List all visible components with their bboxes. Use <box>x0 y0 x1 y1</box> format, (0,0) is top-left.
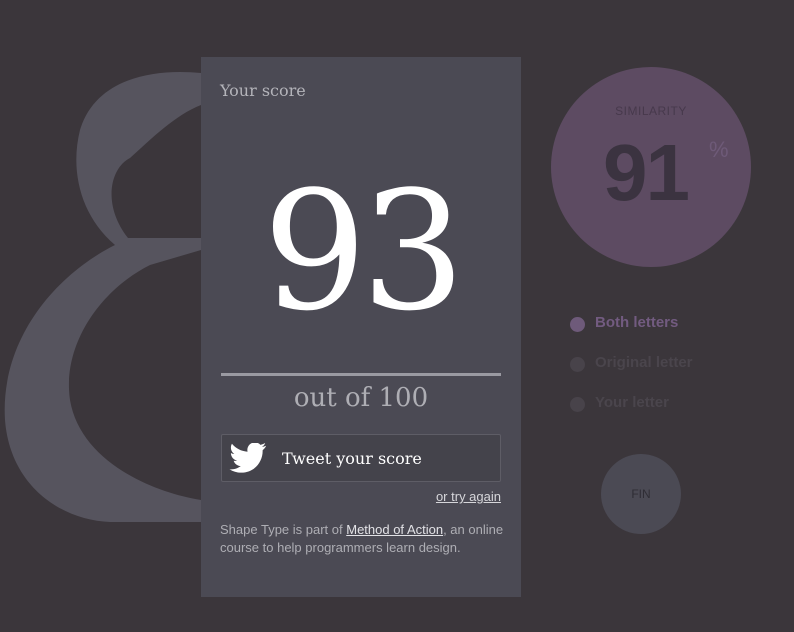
radio-dot-icon <box>570 357 585 372</box>
method-of-action-link[interactable]: Method of Action <box>346 522 443 537</box>
similarity-unit: % <box>709 137 729 162</box>
similarity-circle: SIMILARITY 91 % <box>551 67 751 267</box>
footer-prefix: Shape Type is part of <box>220 522 347 537</box>
similarity-value: 91 <box>603 128 690 217</box>
app-stage: Your score 93 out of 100 Tweet your scor… <box>0 0 794 632</box>
score-value: 93 <box>262 156 466 347</box>
footer-note: Shape Type is part of Method of Action, … <box>220 521 505 557</box>
try-again-link[interactable]: or try again <box>436 489 501 504</box>
score-heading: Your score <box>220 81 306 100</box>
score-out-of: out of 100 <box>293 383 429 413</box>
fin-button[interactable]: FIN <box>601 454 681 534</box>
tweet-button-label: Tweet your score <box>282 449 422 468</box>
layer-option-label: Both letters <box>595 314 679 331</box>
layer-option-label: Your letter <box>595 394 669 411</box>
layer-option-label: Original letter <box>595 354 693 371</box>
twitter-bird-icon <box>229 443 267 473</box>
tweet-score-button[interactable]: Tweet your score <box>221 434 501 482</box>
radio-dot-icon <box>570 397 585 412</box>
score-panel: Your score 93 out of 100 Tweet your scor… <box>201 57 521 597</box>
similarity-label: SIMILARITY <box>615 104 687 118</box>
radio-dot-icon <box>570 317 585 332</box>
divider <box>221 373 501 376</box>
